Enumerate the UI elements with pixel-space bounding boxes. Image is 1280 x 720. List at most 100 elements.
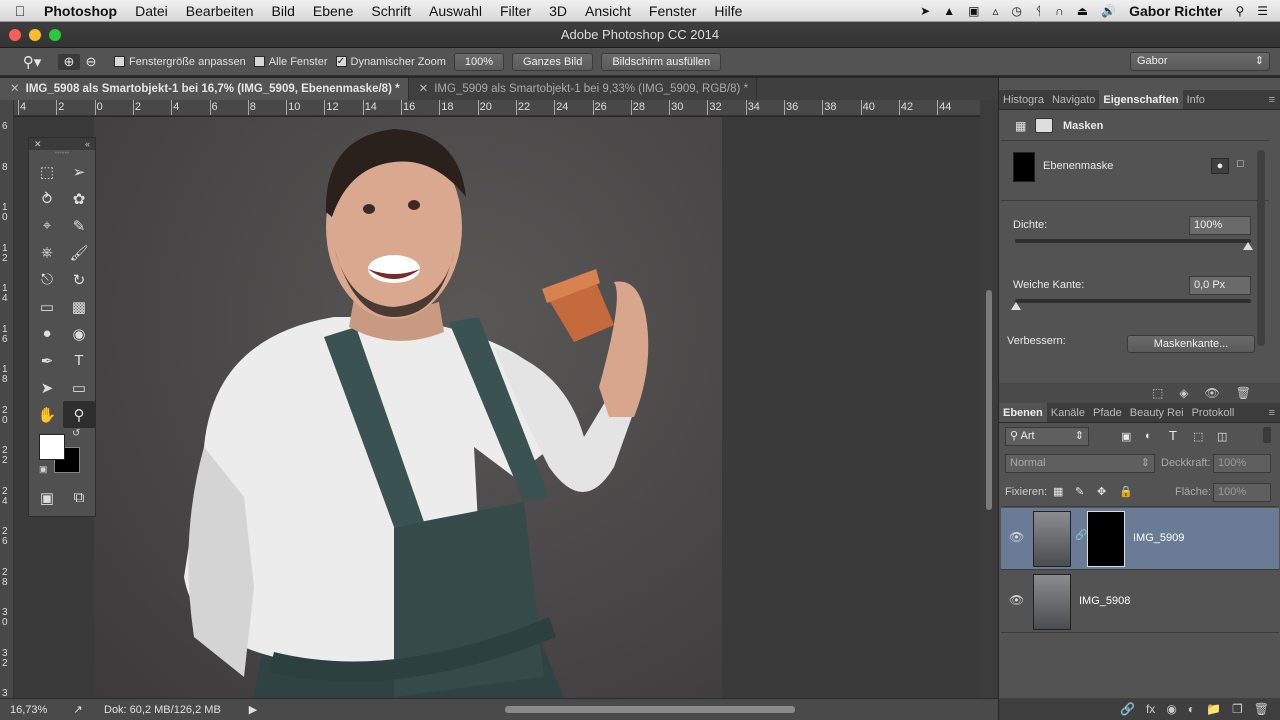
zoom-level[interactable]: 16,73% [10,704,58,716]
horizontal-scroll-thumb[interactable] [505,706,795,713]
filter-pixel-icon[interactable]: ▣ [1121,430,1131,443]
menu-schrift[interactable]: Schrift [362,3,420,19]
new-group-icon[interactable]: 📁 [1206,702,1221,716]
tab-histogram[interactable]: Histogra [999,90,1048,109]
chain-link-icon[interactable]: 🔗 [1075,530,1087,541]
panel-menu-icon[interactable]: ≡ [1269,90,1280,109]
panel-menu-icon[interactable]: ≡ [1269,403,1280,422]
collapse-panel-icon[interactable]: « [85,138,90,150]
fit-window-checkbox[interactable]: Fenstergröße anpassen [114,56,246,68]
screen-mode-icon[interactable]: ⧉ [63,484,95,511]
layer-row[interactable]: 👁 🔗 IMG_5909 [1001,508,1279,570]
move-tool-icon[interactable]: ➢ [63,158,95,185]
close-tab-icon[interactable]: ✕ [10,83,20,95]
fill-input[interactable]: 100% [1213,483,1271,502]
screen-icon[interactable]: ▣ [968,4,979,18]
lock-pixels-icon[interactable]: ✎ [1075,485,1084,498]
lock-position-icon[interactable]: ✥ [1097,485,1106,498]
tab-paths[interactable]: Pfade [1089,403,1126,422]
zoom-tool-icon[interactable]: ⚲ [63,401,95,428]
new-adjustment-icon[interactable]: ◐ [1188,702,1195,716]
foreground-color-swatch[interactable] [39,434,65,460]
density-input[interactable]: 100% [1189,216,1251,235]
layer-mask-thumbnail[interactable] [1087,511,1125,567]
tab-navigator[interactable]: Navigato [1048,90,1099,109]
hand-tool-icon[interactable]: ✋ [31,401,63,428]
eject-icon[interactable]: ⏏ [1077,4,1088,18]
select-pixel-mask-icon[interactable]: ● [1211,158,1229,174]
add-vector-mask-icon[interactable]: □ [1237,158,1244,170]
hat-icon[interactable]: ▲ [943,4,955,18]
opacity-input[interactable]: 100% [1213,454,1271,473]
vertical-scroll-thumb[interactable] [986,290,992,510]
filter-shape-icon[interactable]: ⬚ [1193,430,1203,443]
menu-filter[interactable]: Filter [491,3,540,19]
layer-filter-select[interactable]: ⚲ Art ⇕ [1005,427,1089,446]
all-windows-checkbox[interactable]: Alle Fenster [253,56,328,68]
arrows-icon[interactable]: ➤ [920,4,930,18]
add-mask-icon[interactable]: ◉ [1166,702,1176,716]
zoom-in-icon[interactable]: ⊕ [58,53,80,70]
blend-mode-select[interactable]: Normal ⇕ [1005,454,1155,473]
load-selection-icon[interactable]: ⬚ [1152,386,1163,400]
tab-img5908[interactable]: ✕ IMG_5908 als Smartobjekt-1 bei 16,7% (I… [0,78,409,100]
menu-app-photoshop[interactable]: Photoshop [40,3,126,19]
link-layers-icon[interactable]: 🔗 [1120,702,1135,716]
properties-scrollbar[interactable] [1257,150,1265,346]
tab-properties[interactable]: Eigenschaften [1099,90,1183,109]
apply-mask-icon[interactable]: ◈ [1179,386,1188,400]
feather-slider[interactable] [1015,299,1251,303]
tab-img5909[interactable]: ✕ IMG_5909 als Smartobjekt-1 bei 9,33% (I… [409,78,758,100]
menu-ebene[interactable]: Ebene [304,3,362,19]
marquee-tool-icon[interactable]: ⬚ [31,158,63,185]
menu-fenster[interactable]: Fenster [640,3,705,19]
panel-grip[interactable]: •••••• [29,150,95,158]
bluetooth-icon[interactable]: ᛩ [1035,4,1042,18]
tab-channels[interactable]: Kanäle [1047,403,1089,422]
zoom-window-icon[interactable] [49,29,61,41]
fill-screen-button[interactable]: Bildschirm ausfüllen [601,52,722,71]
share-icon[interactable]: ↗ [58,703,98,716]
photo-image[interactable] [94,117,722,698]
document-canvas[interactable] [14,117,980,698]
visibility-eye-icon[interactable]: 👁 [1009,593,1024,607]
fit-screen-button[interactable]: Ganzes Bild [512,52,594,71]
volume-icon[interactable]: 🔊 [1101,4,1116,18]
menu-ansicht[interactable]: Ansicht [576,3,640,19]
menu-bearbeiten[interactable]: Bearbeiten [177,3,263,19]
new-layer-icon[interactable]: ❐ [1232,702,1243,716]
tab-history[interactable]: Protokoll [1188,403,1239,422]
default-colors-icon[interactable]: ▣ [39,464,48,475]
workspace-select[interactable]: Gabor ⇕ [1130,52,1270,71]
quick-mask-icon[interactable]: ▣ [31,484,63,511]
blur-tool-icon[interactable]: ● [31,320,63,347]
filter-smart-object-icon[interactable]: ◫ [1217,430,1227,443]
minimize-window-icon[interactable] [29,29,41,41]
gradient-tool-icon[interactable]: ▩ [63,293,95,320]
zoom-tool-preset-icon[interactable]: ⚲▾ [18,53,46,71]
user-name[interactable]: Gabor Richter [1129,3,1222,19]
dynamic-zoom-checkbox[interactable]: ✓ Dynamischer Zoom [335,56,446,68]
quick-selection-tool-icon[interactable]: ✿ [63,185,95,212]
visibility-eye-icon[interactable]: 👁 [1009,530,1024,544]
pen-tool-icon[interactable]: ✒ [31,347,63,374]
density-slider[interactable] [1015,239,1251,243]
filter-toggle[interactable] [1263,427,1271,443]
visibility-icon[interactable]: 👁 [1205,386,1220,400]
delete-layer-icon[interactable]: 🗑 [1254,702,1269,716]
layer-mask-icon[interactable] [1035,118,1053,133]
menu-3d[interactable]: 3D [540,3,576,19]
dodge-tool-icon[interactable]: ◉ [63,320,95,347]
close-panel-icon[interactable]: ✕ [34,138,42,150]
type-tool-icon[interactable]: T [63,347,95,374]
lock-all-icon[interactable]: 🔒 [1119,485,1133,498]
zoom-out-icon[interactable]: ⊖ [80,54,102,70]
filter-adjustment-icon[interactable]: ◐ [1145,430,1152,442]
feather-slider-handle[interactable] [1011,302,1021,310]
menu-datei[interactable]: Datei [126,3,177,19]
path-selection-tool-icon[interactable]: ➤ [31,374,63,401]
swap-colors-icon[interactable]: ↺ [72,428,80,439]
status-menu-arrow-icon[interactable]: ▶ [249,703,257,716]
close-tab-icon[interactable]: ✕ [419,83,429,95]
brush-tool-icon[interactable]: 🖌 [63,239,95,266]
